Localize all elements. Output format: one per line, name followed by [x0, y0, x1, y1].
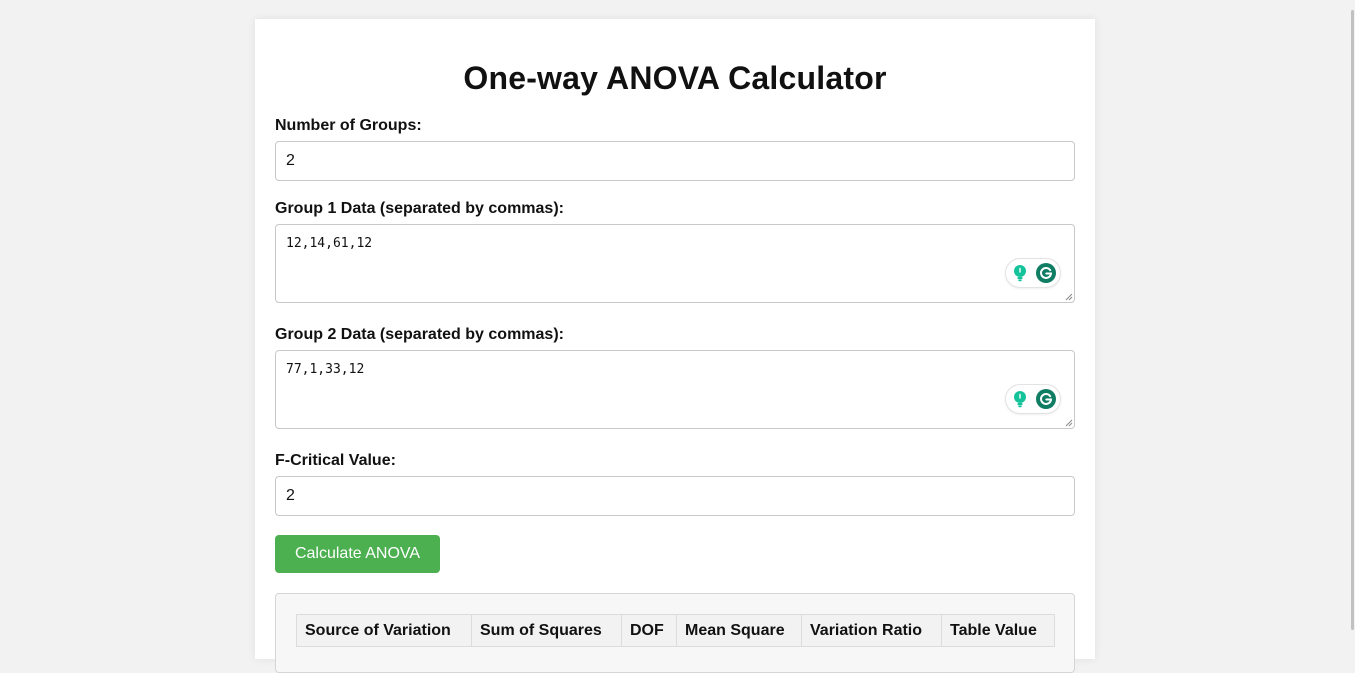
groups-field: Number of Groups:	[275, 116, 1075, 181]
grammarly-widget[interactable]	[1006, 259, 1060, 287]
group2-text: 77,1,33,12	[286, 362, 365, 377]
resize-handle-icon[interactable]	[1065, 419, 1073, 427]
calculate-button[interactable]: Calculate ANOVA	[275, 535, 440, 573]
group1-label: Group 1 Data (separated by commas):	[275, 200, 564, 217]
group1-textarea[interactable]: 12,14,61,12	[275, 224, 1075, 303]
grammarly-g-icon[interactable]	[1035, 262, 1057, 284]
header-variation-ratio: Variation Ratio	[801, 614, 942, 647]
header-sum-squares: Sum of Squares	[471, 614, 622, 647]
header-mean-square: Mean Square	[676, 614, 802, 647]
group2-field: Group 2 Data (separated by commas): 77,1…	[275, 325, 1075, 429]
fcrit-label: F-Critical Value:	[275, 452, 396, 469]
resize-handle-icon[interactable]	[1065, 293, 1073, 301]
groups-input[interactable]	[275, 141, 1075, 181]
scrollbar-thumb[interactable]	[1351, 10, 1354, 630]
grammarly-widget[interactable]	[1006, 385, 1060, 413]
lightbulb-icon[interactable]	[1009, 262, 1031, 284]
table-header-row: Source of Variation Sum of Squares DOF M…	[296, 614, 1055, 647]
lightbulb-icon[interactable]	[1009, 388, 1031, 410]
fcrit-field: F-Critical Value:	[275, 451, 1075, 516]
header-dof: DOF	[621, 614, 677, 647]
page-scrollbar[interactable]	[1350, 0, 1355, 646]
calculator-card: One-way ANOVA Calculator Number of Group…	[255, 19, 1095, 673]
fcrit-input[interactable]	[275, 476, 1075, 516]
group1-text: 12,14,61,12	[286, 236, 373, 251]
group2-label: Group 2 Data (separated by commas):	[275, 326, 564, 343]
header-source: Source of Variation	[296, 614, 472, 647]
header-table-value: Table Value	[941, 614, 1055, 647]
grammarly-g-icon[interactable]	[1035, 388, 1057, 410]
group1-field: Group 1 Data (separated by commas): 12,1…	[275, 199, 1075, 303]
group2-textarea[interactable]: 77,1,33,12	[275, 350, 1075, 429]
page-title: One-way ANOVA Calculator	[463, 60, 887, 96]
result-panel: Source of Variation Sum of Squares DOF M…	[275, 593, 1075, 673]
anova-table: Source of Variation Sum of Squares DOF M…	[296, 614, 1055, 647]
groups-label: Number of Groups:	[275, 117, 422, 134]
